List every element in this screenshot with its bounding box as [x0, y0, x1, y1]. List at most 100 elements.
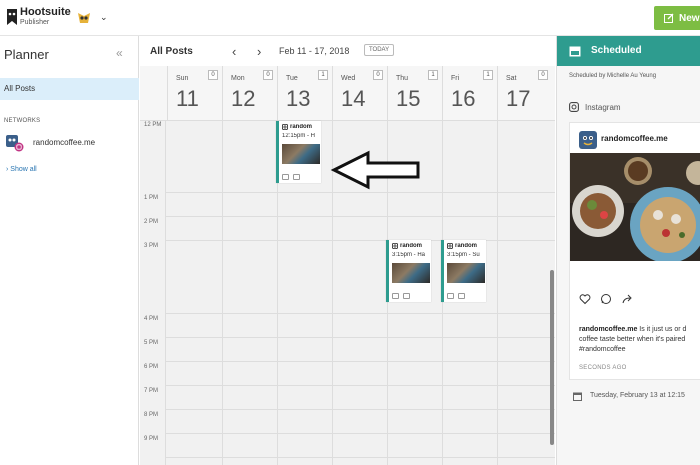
instagram-preview-card: randomcoffee.me randomcoffee.me Is it ju… [569, 122, 700, 380]
post-preview-panel: Scheduled Scheduled by Michelle Au Yeung… [556, 36, 700, 465]
post-caption: randomcoffee.me Is it just us or d coffe… [579, 325, 700, 357]
scheduled-post-card[interactable]: random 3:15pm - Ha [386, 240, 431, 302]
post-time: 12:15pm - H [282, 133, 316, 139]
post-count-badge: 0 [208, 70, 218, 80]
image-icon[interactable] [293, 174, 300, 180]
chevron-left-icon[interactable]: ‹ [232, 44, 236, 59]
brand-name: Hootsuite [20, 6, 71, 18]
post-account: random [290, 124, 313, 130]
organization-owl-icon[interactable] [76, 10, 92, 26]
day-name: Thu [396, 75, 409, 82]
top-bar: Hootsuite Publisher ⌄ New P [0, 0, 700, 36]
post-actions [282, 174, 300, 180]
chevron-down-icon[interactable]: ⌄ [100, 12, 108, 23]
post-photo [570, 153, 700, 261]
time-ago: SECONDS AGO [579, 365, 627, 371]
show-all-link[interactable]: › Show all [6, 166, 37, 173]
instagram-icon [392, 243, 398, 249]
chevron-right-icon[interactable]: › [257, 44, 261, 59]
day-header-tue[interactable]: Tue 13 1 [277, 66, 332, 121]
post-count-badge: 0 [373, 70, 383, 80]
post-card-title: random [392, 243, 432, 249]
day-header-sun[interactable]: Sun 11 0 [167, 66, 222, 121]
time-label: 7 PM [144, 388, 159, 394]
image-icon[interactable] [403, 293, 410, 299]
post-account: random [400, 243, 423, 249]
calendar-icon[interactable] [282, 174, 289, 180]
day-number: 13 [286, 86, 311, 111]
time-label: 3 PM [144, 243, 159, 249]
post-thumbnail [392, 263, 430, 283]
post-thumbnail [447, 263, 485, 283]
post-count-badge: 1 [428, 70, 438, 80]
sidebar-item-network[interactable]: randomcoffee.me [33, 138, 95, 147]
day-name: Wed [341, 75, 356, 82]
time-label: 4 PM [144, 316, 159, 322]
post-actions [447, 293, 465, 299]
day-header-fri[interactable]: Fri 16 1 [442, 66, 497, 121]
network-avatar-icon [6, 135, 24, 152]
day-header-row: Sun 11 0 Mon 12 0 Tue 13 1 Wed 14 0 Thu … [140, 66, 555, 121]
account-name: randomcoffee.me [601, 134, 668, 143]
post-card-title: random [447, 243, 487, 249]
day-divider [497, 121, 498, 465]
day-number: 17 [506, 86, 531, 111]
post-count-badge: 1 [318, 70, 328, 80]
day-header-wed[interactable]: Wed 14 0 [332, 66, 387, 121]
time-column: 12 PM 1 PM 2 PM 3 PM 4 PM 5 PM 6 PM 7 PM… [140, 121, 166, 465]
day-number: 11 [176, 86, 199, 111]
time-label: 2 PM [144, 219, 159, 225]
calendar-title: All Posts [150, 46, 193, 57]
calendar-icon[interactable] [392, 293, 399, 299]
day-name: Sun [176, 75, 189, 82]
network-label: Instagram [585, 103, 621, 112]
brand-subtitle: Publisher [20, 19, 50, 26]
day-name: Sat [506, 75, 517, 82]
heart-icon[interactable] [579, 293, 591, 305]
account-avatar [579, 131, 597, 149]
scheduled-by: Scheduled by Michelle Au Yeung [569, 73, 657, 79]
post-actions [392, 293, 410, 299]
today-button[interactable]: TODAY [364, 44, 395, 56]
calendar-icon [569, 46, 581, 57]
networks-heading: NETWORKS [4, 118, 41, 124]
post-thumbnail [282, 144, 320, 164]
sidebar-item-all-posts[interactable]: All Posts [0, 78, 139, 100]
time-label: 6 PM [144, 364, 159, 370]
scheduled-post-card[interactable]: random 12:15pm - H [276, 121, 321, 183]
calendar-toolbar: All Posts ‹ › Feb 11 - 17, 2018 TODAY [140, 36, 555, 66]
panel-title: Scheduled [591, 45, 642, 56]
day-header-thu[interactable]: Thu 15 1 [387, 66, 442, 121]
share-icon[interactable] [621, 293, 633, 305]
day-header-sat[interactable]: Sat 17 0 [497, 66, 552, 121]
time-label: 12 PM [144, 122, 162, 128]
day-header-mon[interactable]: Mon 12 0 [222, 66, 277, 121]
time-label: 5 PM [144, 340, 159, 346]
post-count-badge: 0 [538, 70, 548, 80]
day-number: 14 [341, 86, 366, 111]
comment-icon[interactable] [600, 293, 612, 305]
new-post-button[interactable]: New P [654, 6, 700, 30]
post-time: 3:15pm - Su [447, 252, 480, 258]
time-label: 8 PM [144, 412, 159, 418]
post-time: 3:15pm - Ha [392, 252, 426, 258]
double-chevron-left-icon[interactable]: « [116, 46, 123, 60]
day-number: 15 [396, 86, 421, 111]
post-count-badge: 1 [483, 70, 493, 80]
panel-header: Scheduled [557, 36, 700, 66]
caption-account: randomcoffee.me [579, 326, 638, 333]
scheduled-post-card[interactable]: random 3:15pm - Su [441, 240, 486, 302]
day-name: Mon [231, 75, 245, 82]
post-account: random [455, 243, 478, 249]
compose-icon [664, 13, 674, 23]
time-label: 9 PM [144, 436, 159, 442]
show-all-label: Show all [10, 166, 37, 173]
calendar-scrollbar[interactable] [550, 270, 554, 445]
instagram-icon [447, 243, 453, 249]
post-count-badge: 0 [263, 70, 273, 80]
hootsuite-owl-icon[interactable] [6, 8, 18, 26]
calendar-icon[interactable] [447, 293, 454, 299]
day-name: Fri [451, 75, 460, 82]
planner-sidebar: Planner « All Posts NETWORKS randomcoffe… [0, 36, 139, 465]
image-icon[interactable] [458, 293, 465, 299]
